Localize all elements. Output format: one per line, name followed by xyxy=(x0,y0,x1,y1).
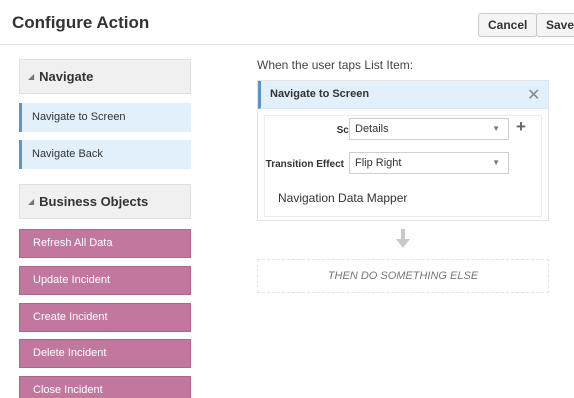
action-card-body: Screen Details ▼ + Transition Effect Fli… xyxy=(264,115,542,217)
navigation-data-mapper-link[interactable]: Navigation Data Mapper xyxy=(278,191,407,205)
page-header: Configure Action Cancel Save xyxy=(0,0,574,45)
transition-select-value: Flip Right xyxy=(355,157,402,169)
transition-select[interactable]: Flip Right ▼ xyxy=(349,152,509,174)
then-do-something-else-dropzone[interactable]: THEN DO SOMETHING ELSE xyxy=(257,259,549,293)
business-objects-group-title: Business Objects xyxy=(39,194,149,209)
sidebar-item-navigate-to-screen[interactable]: Navigate to Screen xyxy=(19,103,191,132)
arrow-down-icon xyxy=(396,229,410,248)
trigger-label: When the user taps List Item: xyxy=(257,58,414,72)
triangle-down-icon: ◢ xyxy=(28,197,35,206)
sidebar-item-refresh-all-data[interactable]: Refresh All Data xyxy=(19,229,191,258)
action-title: Navigate to Screen xyxy=(270,88,370,100)
chevron-down-icon: ▼ xyxy=(492,158,500,167)
sidebar-item-navigate-back[interactable]: Navigate Back xyxy=(19,140,191,169)
sidebar-item-close-incident[interactable]: Close Incident xyxy=(19,376,191,398)
navigate-group-title: Navigate xyxy=(39,69,94,84)
cancel-button[interactable]: Cancel xyxy=(478,13,538,37)
plus-icon[interactable]: + xyxy=(516,117,526,137)
close-icon[interactable]: ✕ xyxy=(527,85,540,105)
save-button[interactable]: Save xyxy=(536,13,574,37)
triangle-down-icon: ◢ xyxy=(28,72,35,81)
screen-select[interactable]: Details ▼ xyxy=(349,118,509,140)
business-objects-group-header[interactable]: ◢ Business Objects xyxy=(19,184,191,219)
page-title: Configure Action xyxy=(12,13,150,32)
sidebar-item-delete-incident[interactable]: Delete Incident xyxy=(19,339,191,368)
navigate-group-header[interactable]: ◢ Navigate xyxy=(19,59,191,94)
transition-field-label: Transition Effect xyxy=(265,159,344,170)
screen-select-value: Details xyxy=(355,123,389,135)
sidebar-item-create-incident[interactable]: Create Incident xyxy=(19,303,191,332)
action-card-header: Navigate to Screen ✕ xyxy=(258,81,548,109)
action-card: Navigate to Screen ✕ Screen Details ▼ + … xyxy=(257,80,549,221)
chevron-down-icon: ▼ xyxy=(492,124,500,133)
sidebar-item-update-incident[interactable]: Update Incident xyxy=(19,266,191,295)
